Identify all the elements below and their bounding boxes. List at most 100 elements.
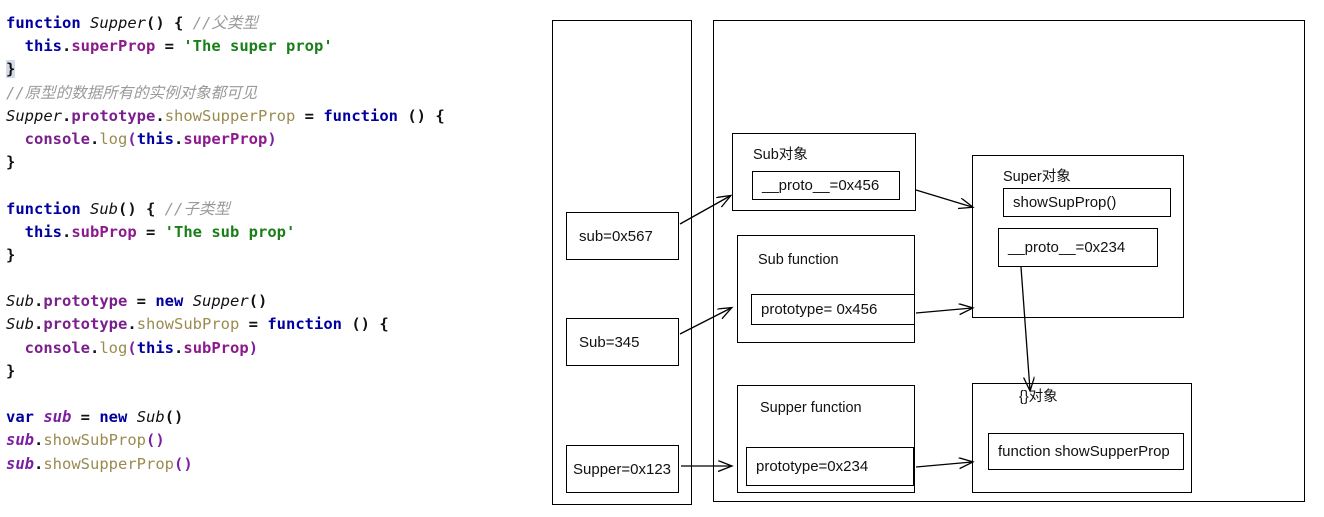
- stack-cell-Sub[interactable]: Sub=345: [566, 318, 679, 366]
- code-token: .: [34, 292, 44, 311]
- code-token: .: [155, 106, 165, 125]
- code-line: this.superProp = 'The super prop': [6, 35, 445, 58]
- code-token: }: [6, 153, 16, 172]
- code-token: Sub: [90, 199, 118, 218]
- heap-box-sub-function-title: Sub function: [758, 252, 839, 268]
- code-token: console: [24, 129, 90, 148]
- stack-panel: [552, 20, 692, 505]
- code-line: sub.showSubProp(): [6, 429, 445, 452]
- code-token: sub: [6, 431, 34, 450]
- code-token: new: [155, 292, 184, 311]
- code-token: (: [127, 338, 137, 357]
- code-token: .: [127, 315, 137, 334]
- code-token: showSupperProp: [43, 454, 174, 473]
- stack-cell-Supper[interactable]: Supper=0x123: [566, 445, 679, 493]
- code-token: subProp: [183, 338, 249, 357]
- code-token: this: [24, 222, 62, 241]
- code-token: this: [24, 37, 62, 56]
- code-token: ): [267, 129, 277, 148]
- stack-cell-sub[interactable]: sub=0x567: [566, 212, 679, 260]
- slot-supper-function-prototype[interactable]: prototype=0x234: [746, 447, 914, 486]
- code-token: .: [34, 431, 44, 450]
- code-token: (): [164, 408, 184, 427]
- code-token: () {: [118, 199, 165, 218]
- code-token: Supper: [6, 106, 62, 125]
- code-token: sub: [6, 454, 34, 473]
- code-token: showSubProp: [136, 315, 240, 334]
- code-listing: function Supper() { //父类型 this.superProp…: [6, 12, 445, 476]
- code-token: prototype: [43, 292, 128, 311]
- code-line: }: [6, 58, 445, 81]
- code-token: //子类型: [164, 199, 230, 218]
- slot-sub-object-proto[interactable]: __proto__=0x456: [752, 171, 900, 200]
- code-token: this: [136, 338, 175, 357]
- code-token: =: [127, 292, 156, 311]
- code-token: (: [127, 129, 137, 148]
- heap-box-super-object-title: Super对象: [1003, 169, 1071, 185]
- code-token: function: [267, 315, 342, 334]
- code-token: 'The super prop': [183, 37, 333, 56]
- heap-box-supper-function-title: Supper function: [760, 400, 862, 416]
- code-line: Sub.prototype = new Supper(): [6, 290, 445, 313]
- code-token: =: [239, 315, 268, 334]
- code-line: function Supper() { //父类型: [6, 12, 445, 35]
- code-token: }: [6, 245, 16, 264]
- code-token: =: [136, 222, 165, 241]
- code-token: sub: [43, 408, 72, 427]
- code-token: }: [6, 60, 16, 79]
- code-token: log: [99, 129, 128, 148]
- code-line: var sub = new Sub(): [6, 406, 445, 429]
- code-token: log: [99, 338, 128, 357]
- code-token: () {: [342, 315, 389, 334]
- code-token: console: [24, 338, 90, 357]
- code-token: //父类型: [192, 14, 258, 32]
- code-line: function Sub() { //子类型: [6, 198, 445, 221]
- code-line: Supper.prototype.showSupperProp = functi…: [6, 105, 445, 128]
- code-token: (): [248, 292, 268, 311]
- code-token: subProp: [71, 222, 137, 241]
- slot-sub-function-prototype[interactable]: prototype= 0x456: [751, 294, 915, 325]
- code-pane: function Supper() { //父类型 this.superProp…: [0, 0, 548, 517]
- code-line: Sub.prototype.showSubProp = function () …: [6, 313, 445, 336]
- code-line: sub.showSupperProp(): [6, 453, 445, 476]
- code-token: =: [295, 106, 324, 125]
- code-token: superProp: [183, 129, 268, 148]
- code-line: console.log(this.superProp): [6, 128, 445, 151]
- code-token: .: [174, 129, 184, 148]
- code-token: () {: [398, 106, 445, 125]
- memory-diagram: sub=0x567 Sub=345 Supper=0x123 Sub对象 __p…: [548, 0, 1324, 517]
- code-token: prototype: [43, 315, 128, 334]
- slot-empty-object-function[interactable]: function showSupperProp: [988, 433, 1184, 470]
- code-token: .: [34, 315, 44, 334]
- code-token: showSupperProp: [164, 106, 296, 125]
- code-line: }: [6, 244, 445, 267]
- slot-super-object-proto[interactable]: __proto__=0x234: [998, 228, 1158, 267]
- slot-super-object-showSupProp[interactable]: showSupProp(): [1003, 188, 1171, 217]
- code-line: }: [6, 151, 445, 174]
- code-token: prototype: [71, 106, 156, 125]
- code-token: .: [62, 37, 72, 56]
- code-line: this.subProp = 'The sub prop': [6, 221, 445, 244]
- code-token: Sub: [6, 315, 34, 334]
- code-token: }: [6, 361, 16, 380]
- code-token: =: [71, 408, 100, 427]
- code-token: function: [6, 199, 81, 218]
- code-line: //原型的数据所有的实例对象都可见: [6, 82, 445, 105]
- code-token: Supper: [90, 14, 146, 32]
- code-token: .: [34, 454, 44, 473]
- code-token: Sub: [6, 292, 34, 311]
- code-token: .: [174, 338, 184, 357]
- code-token: //原型的数据所有的实例对象都可见: [6, 83, 258, 102]
- code-line: }: [6, 360, 445, 383]
- code-token: function: [6, 14, 81, 32]
- code-token: (): [146, 431, 165, 450]
